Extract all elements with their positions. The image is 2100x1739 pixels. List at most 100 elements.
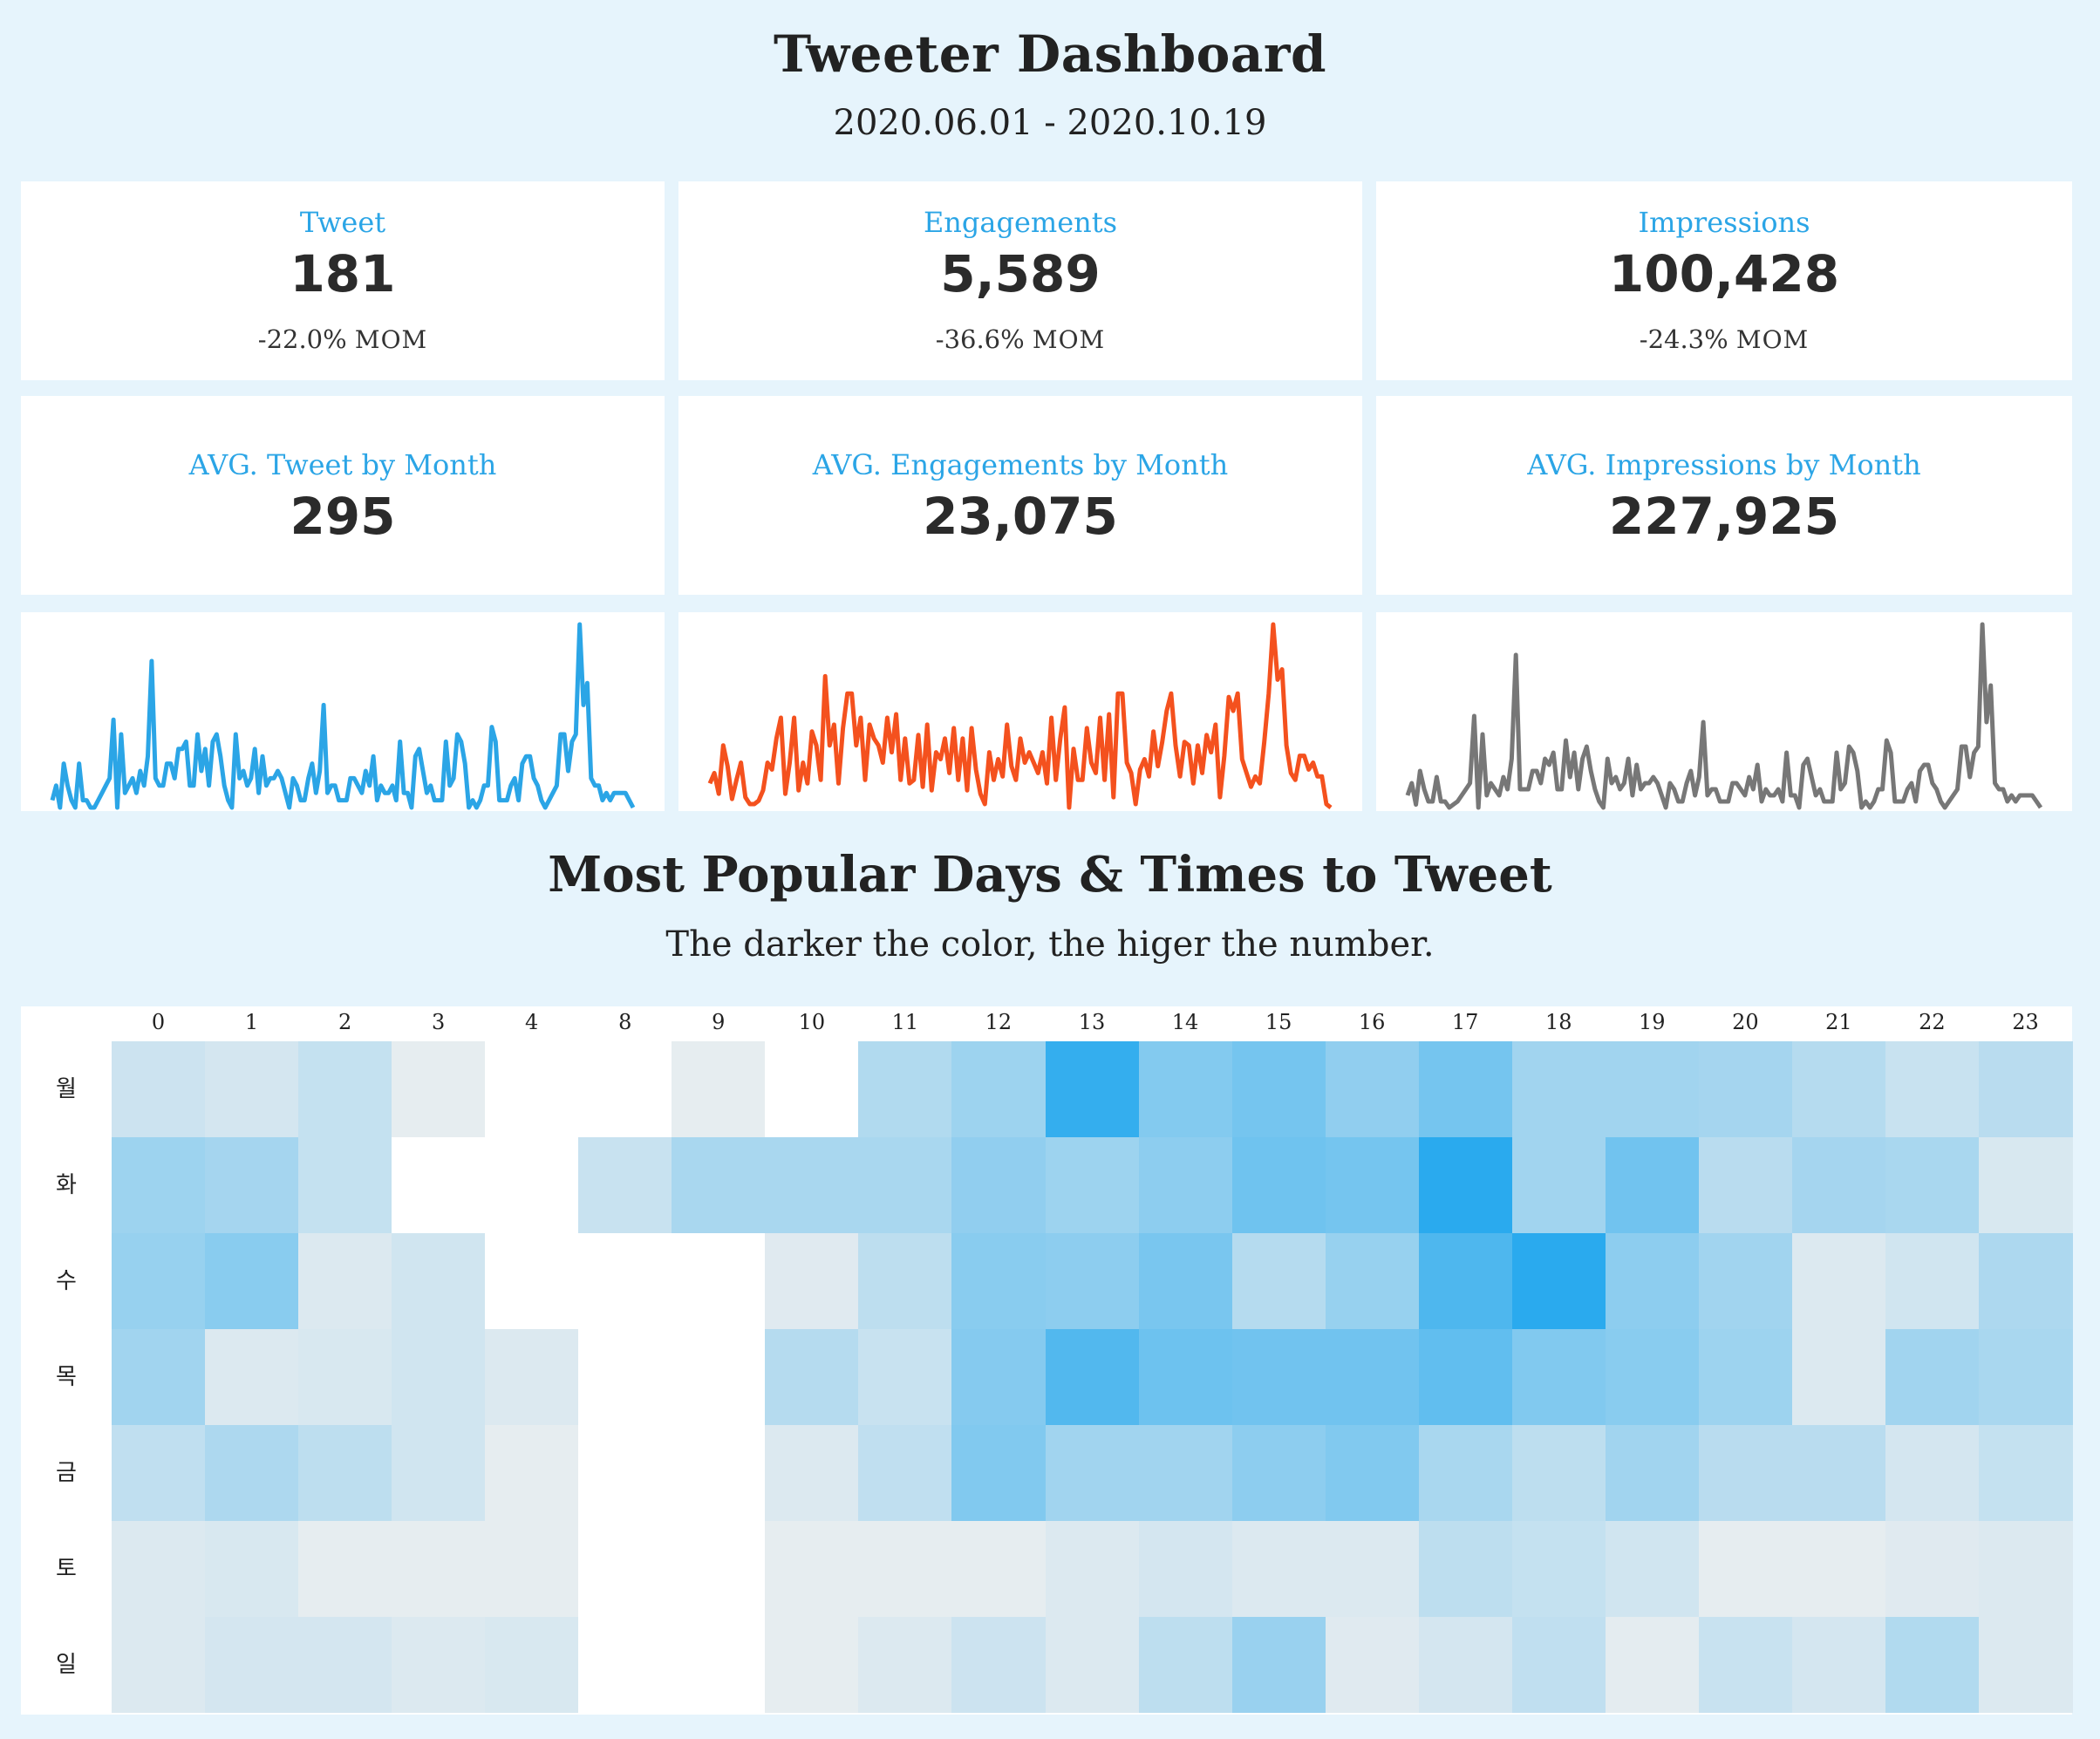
heatmap-cell — [1325, 1041, 1420, 1137]
heatmap-cell — [112, 1041, 206, 1137]
heatmap-cell — [765, 1425, 859, 1521]
heatmap-cell — [1885, 1137, 1980, 1233]
heatmap-cell — [1138, 1617, 1233, 1713]
heatmap-cell — [392, 1041, 486, 1137]
heatmap-cell — [1138, 1521, 1233, 1617]
heatmap-cell — [672, 1617, 766, 1713]
heatmap-cell — [1605, 1233, 1700, 1329]
heatmap-cell — [205, 1617, 299, 1713]
kpi-mom-value: -24.3% — [1639, 324, 1728, 354]
heatmap-hour-label: 0 — [151, 1010, 166, 1034]
heatmap-cell — [392, 1617, 486, 1713]
heatmap-cell — [1698, 1233, 1793, 1329]
heatmap-hour-label: 19 — [1639, 1010, 1666, 1034]
avg-card-engagements: AVG. Engagements by Month 23,075 — [678, 396, 1362, 595]
heatmap-cell — [765, 1521, 859, 1617]
heatmap-cell — [1605, 1329, 1700, 1425]
heatmap-cell — [112, 1137, 206, 1233]
heatmap-cell — [951, 1233, 1047, 1329]
heatmap-cell — [1979, 1137, 2073, 1233]
heatmap-cell — [112, 1521, 206, 1617]
heatmap-cell — [1231, 1617, 1326, 1713]
heatmap-cell — [578, 1425, 672, 1521]
heatmap-cell — [112, 1329, 206, 1425]
heatmap-cell — [765, 1617, 859, 1713]
kpi-value: 181 — [290, 244, 396, 303]
heatmap-title: Most Popular Days & Times to Tweet — [548, 846, 1552, 904]
kpi-value: 100,428 — [1608, 244, 1840, 303]
heatmap-cell — [1231, 1521, 1326, 1617]
heatmap-cell — [951, 1617, 1047, 1713]
heatmap-cell — [1418, 1233, 1513, 1329]
kpi-label: Engagements — [923, 206, 1118, 239]
heatmap-day-label: 화 — [56, 1172, 77, 1198]
heatmap-cell — [1885, 1521, 1980, 1617]
heatmap-cell — [1698, 1137, 1793, 1233]
heatmap-cell — [1605, 1041, 1700, 1137]
heatmap-cell — [485, 1329, 579, 1425]
heatmap-cell — [1979, 1425, 2073, 1521]
heatmap-cell — [858, 1137, 953, 1233]
heatmap-cell — [1231, 1137, 1326, 1233]
heatmap-day-label: 수 — [56, 1268, 77, 1294]
heatmap-cell — [1138, 1329, 1233, 1425]
heatmap-cell — [1045, 1329, 1140, 1425]
heatmap-cell — [1791, 1041, 1886, 1137]
heatmap-cell — [1418, 1137, 1513, 1233]
heatmap-cell — [1979, 1041, 2073, 1137]
heatmap-day-label: 일 — [56, 1652, 77, 1678]
avg-card-tweet: AVG. Tweet by Month 295 — [21, 396, 665, 595]
heatmap-cell — [1418, 1041, 1513, 1137]
kpi-mom-value: -36.6% — [935, 324, 1025, 354]
heatmap-cell — [485, 1233, 579, 1329]
heatmap-cell — [1511, 1233, 1606, 1329]
heatmap-cell — [1325, 1425, 1420, 1521]
heatmap-cell — [1045, 1233, 1140, 1329]
heatmap-cell — [578, 1137, 672, 1233]
heatmap-cell — [858, 1425, 953, 1521]
heatmap-hour-label: 1 — [244, 1010, 259, 1034]
heatmap-hour-label: 8 — [618, 1010, 632, 1034]
heatmap-cell — [1511, 1329, 1606, 1425]
heatmap-cell — [485, 1521, 579, 1617]
heatmap-cell — [1698, 1041, 1793, 1137]
heatmap-cell — [672, 1425, 766, 1521]
kpi-label: Impressions — [1638, 206, 1810, 239]
heatmap-cell — [1045, 1137, 1140, 1233]
engagement-line — [707, 622, 1333, 810]
heatmap-subtitle: The darker the color, the higer the numb… — [665, 924, 1435, 965]
heatmap-cell — [1138, 1233, 1233, 1329]
tweet-sparkline — [50, 622, 636, 810]
tweet-sparkline-card — [21, 612, 665, 811]
heatmap-cell — [298, 1425, 392, 1521]
heatmap-cell — [951, 1521, 1047, 1617]
heatmap-cell — [485, 1617, 579, 1713]
heatmap-cell — [1698, 1425, 1793, 1521]
heatmap-cell — [765, 1329, 859, 1425]
heatmap-cell — [1511, 1521, 1606, 1617]
heatmap-hour-label: 10 — [798, 1010, 826, 1034]
heatmap-cell — [951, 1425, 1047, 1521]
heatmap-cell — [485, 1137, 579, 1233]
page-title: Tweeter Dashboard — [773, 24, 1327, 84]
kpi-value: 5,589 — [940, 244, 1101, 303]
kpi-mom: -36.6% MOM — [678, 324, 1362, 354]
heatmap-hour-label: 23 — [2012, 1010, 2039, 1034]
impression-sparkline — [1405, 622, 2043, 810]
heatmap-cell — [1231, 1425, 1326, 1521]
heatmap-cell — [1885, 1041, 1980, 1137]
heatmap-cell — [1418, 1521, 1513, 1617]
heatmap-cell — [1698, 1617, 1793, 1713]
heatmap-cell — [578, 1233, 672, 1329]
heatmap-cell — [1605, 1521, 1700, 1617]
heatmap-cell — [858, 1617, 953, 1713]
heatmap-cell — [1885, 1425, 1980, 1521]
heatmap-cell — [1325, 1137, 1420, 1233]
heatmap-cell — [392, 1137, 486, 1233]
avg-value: 295 — [290, 487, 396, 546]
heatmap-day-label: 금 — [56, 1460, 77, 1486]
heatmap-cell — [578, 1521, 672, 1617]
heatmap-cell — [1138, 1137, 1233, 1233]
heatmap-cell — [1325, 1617, 1420, 1713]
heatmap-cell — [1979, 1329, 2073, 1425]
